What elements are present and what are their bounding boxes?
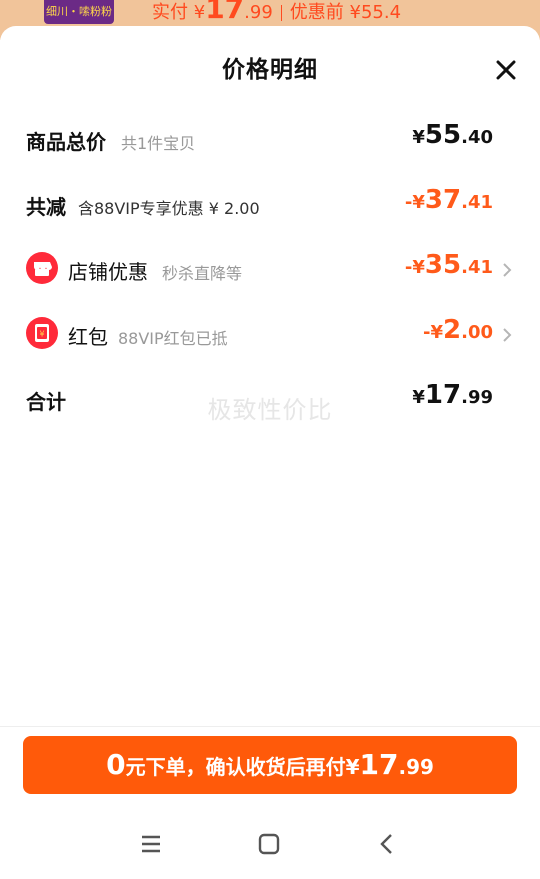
shop-discount-label: 店铺优惠 — [68, 260, 148, 284]
close-button[interactable] — [492, 56, 520, 84]
watermark-text: 极致性价比 — [207, 396, 333, 424]
red-packet-int: 2 — [443, 315, 462, 345]
close-icon — [496, 60, 516, 80]
reduction-label: 共减 — [26, 195, 66, 219]
pay-later-button[interactable]: 0元下单，确认收货后再付¥17.99 — [23, 736, 517, 794]
red-packet-label: 红包 — [68, 325, 108, 349]
shop-icon — [26, 252, 58, 284]
row-red-packet[interactable]: ¥ 红包 88VIP红包已抵 -¥2.00 — [26, 315, 516, 355]
total-price-label: 商品总价 — [26, 130, 106, 154]
shop-discount-note: 秒杀直降等 — [162, 264, 243, 283]
cta-dec: .99 — [398, 755, 434, 779]
cta-zero: 0 — [106, 748, 126, 781]
cta-text: 元下单，确认收货后再付 — [125, 755, 346, 779]
thumbnail-text: 细川・嗦粉粉 — [46, 5, 112, 18]
red-packet-currency: -¥ — [423, 322, 444, 343]
red-packet-icon: ¥ — [26, 317, 58, 349]
top-price-prefix: 实付 ¥ — [152, 2, 206, 23]
home-square-icon — [258, 833, 280, 855]
reduction-currency: -¥ — [404, 192, 425, 213]
shop-discount-amount: -¥35.41 — [405, 250, 493, 280]
total-price-currency: ¥ — [412, 127, 425, 148]
product-thumbnail: 细川・嗦粉粉 — [44, 0, 114, 24]
red-packet-dec: .00 — [461, 322, 493, 343]
row-total-reduction: 共减 含88VIP专享优惠 ¥ 2.00 -¥37.41 — [26, 185, 516, 225]
total-price-amount: ¥55.40 — [412, 120, 493, 150]
bottom-divider — [0, 726, 540, 727]
red-packet-amount: -¥2.00 — [423, 315, 493, 345]
shop-discount-currency: -¥ — [404, 257, 425, 278]
svg-text:¥: ¥ — [39, 330, 44, 339]
shop-discount-int: 35 — [424, 250, 462, 280]
sheet-title: 价格明细 — [222, 57, 318, 83]
chevron-right-icon — [503, 328, 512, 342]
back-icon — [380, 834, 392, 854]
cta-int: 17 — [359, 748, 399, 781]
price-detail-sheet: 价格明细 商品总价 共1件宝贝 ¥55.40 共减 含88VIP专享优惠 ¥ 2… — [0, 26, 540, 879]
red-packet-note: 88VIP红包已抵 — [118, 329, 228, 348]
reduction-vip-note: 含88VIP专享优惠 ¥ 2.00 — [78, 199, 260, 218]
reduction-amount: -¥37.41 — [405, 185, 493, 215]
chevron-right-icon — [503, 263, 512, 277]
total-price-int: 55 — [424, 120, 462, 150]
reduction-dec: .41 — [461, 192, 493, 213]
reduction-int: 37 — [424, 185, 462, 215]
menu-icon — [142, 835, 160, 853]
top-price-dec: .99 — [244, 2, 273, 23]
total-price-dec: .40 — [461, 127, 493, 148]
row-shop-discount[interactable]: 店铺优惠 秒杀直降等 -¥35.41 — [26, 250, 516, 290]
row-total-price: 商品总价 共1件宝贝 ¥55.40 — [26, 120, 516, 160]
nav-menu-button[interactable] — [131, 824, 171, 864]
top-price-separator — [280, 5, 282, 21]
total-price-count: 共1件宝贝 — [121, 134, 196, 153]
nav-back-button[interactable] — [367, 824, 407, 864]
nav-home-button[interactable] — [249, 824, 289, 864]
cta-currency: ¥ — [345, 755, 360, 779]
top-price-int: 17 — [205, 0, 245, 25]
system-navigation-bar — [0, 816, 540, 879]
top-before-price: 优惠前 ¥55.4 — [289, 2, 402, 23]
top-price-summary: 实付 ¥17.99 优惠前 ¥55.4 — [152, 0, 401, 24]
shop-discount-dec: .41 — [461, 257, 493, 278]
